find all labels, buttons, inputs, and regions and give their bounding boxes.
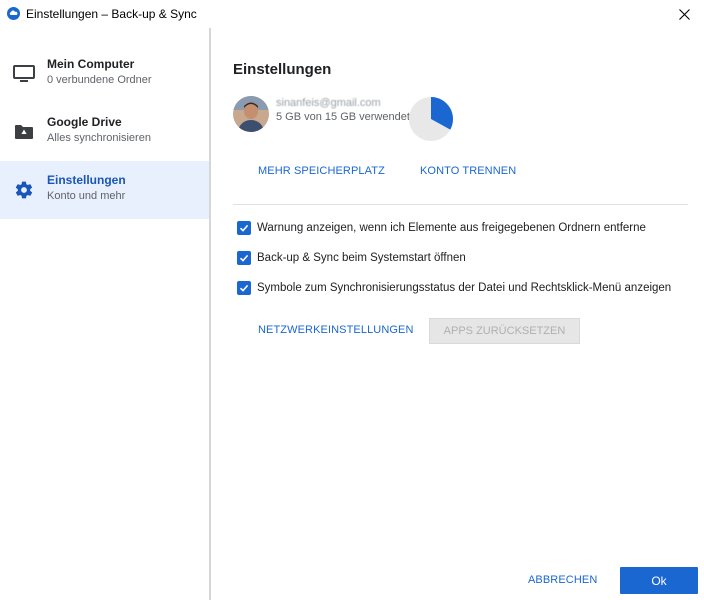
option-label: Symbole zum Synchronisierungsstatus der …	[257, 282, 672, 294]
checkbox-checked[interactable]	[237, 251, 251, 265]
title-bar: Einstellungen – Back-up & Sync	[0, 0, 704, 28]
option-label: Warnung anzeigen, wenn ich Elemente aus …	[257, 222, 646, 234]
network-settings-button[interactable]: Netzwerkeinstellungen	[258, 324, 414, 336]
sidebar-item-subtitle: 0 verbundene Ordner	[47, 74, 152, 86]
window-title: Einstellungen – Back-up & Sync	[26, 7, 197, 21]
more-storage-button[interactable]: Mehr Speicherplatz	[258, 165, 385, 177]
sidebar-item-title: Einstellungen	[47, 173, 126, 187]
cancel-button[interactable]: Abbrechen	[528, 574, 597, 586]
sidebar-item-title: Mein Computer	[47, 57, 135, 71]
gear-icon	[13, 179, 35, 201]
drive-folder-icon	[13, 121, 35, 143]
backup-sync-cloud-icon	[7, 7, 20, 20]
sidebar-item-google-drive[interactable]: Google Drive Alles synchronisieren	[0, 103, 209, 161]
close-icon	[678, 8, 690, 20]
page-title: Einstellungen	[233, 61, 332, 78]
reset-apps-button[interactable]: Apps zurücksetzen	[429, 318, 580, 344]
checkmark-icon	[239, 254, 249, 262]
checkmark-icon	[239, 224, 249, 232]
option-open-on-startup[interactable]: Back-up & Sync beim Systemstart öffnen	[237, 250, 466, 266]
monitor-icon	[13, 63, 35, 85]
sidebar: Mein Computer 0 verbundene Ordner Google…	[0, 28, 211, 600]
checkbox-checked[interactable]	[237, 281, 251, 295]
checkmark-icon	[239, 284, 249, 292]
option-warn-shared-removal[interactable]: Warnung anzeigen, wenn ich Elemente aus …	[237, 220, 646, 236]
account-email: sinanfeis@gmail.com	[276, 97, 381, 109]
sidebar-item-subtitle: Konto und mehr	[47, 190, 126, 202]
storage-usage-text: 5 GB von 15 GB verwendet	[276, 111, 410, 123]
close-button[interactable]	[664, 0, 704, 28]
settings-panel: Einstellungen sinanfeis@gmail.com 5 GB v…	[213, 28, 704, 600]
sidebar-item-title: Google Drive	[47, 115, 122, 129]
checkbox-checked[interactable]	[237, 221, 251, 235]
disconnect-account-button[interactable]: Konto trennen	[420, 165, 516, 177]
divider	[233, 204, 688, 205]
avatar	[233, 96, 269, 132]
option-sync-status-icons[interactable]: Symbole zum Synchronisierungsstatus der …	[237, 280, 671, 296]
storage-usage-pie	[409, 97, 453, 141]
sidebar-item-my-computer[interactable]: Mein Computer 0 verbundene Ordner	[0, 45, 209, 103]
ok-button[interactable]: Ok	[620, 567, 698, 594]
sidebar-item-settings[interactable]: Einstellungen Konto und mehr	[0, 161, 209, 219]
option-label: Back-up & Sync beim Systemstart öffnen	[257, 252, 466, 264]
sidebar-item-subtitle: Alles synchronisieren	[47, 132, 151, 144]
